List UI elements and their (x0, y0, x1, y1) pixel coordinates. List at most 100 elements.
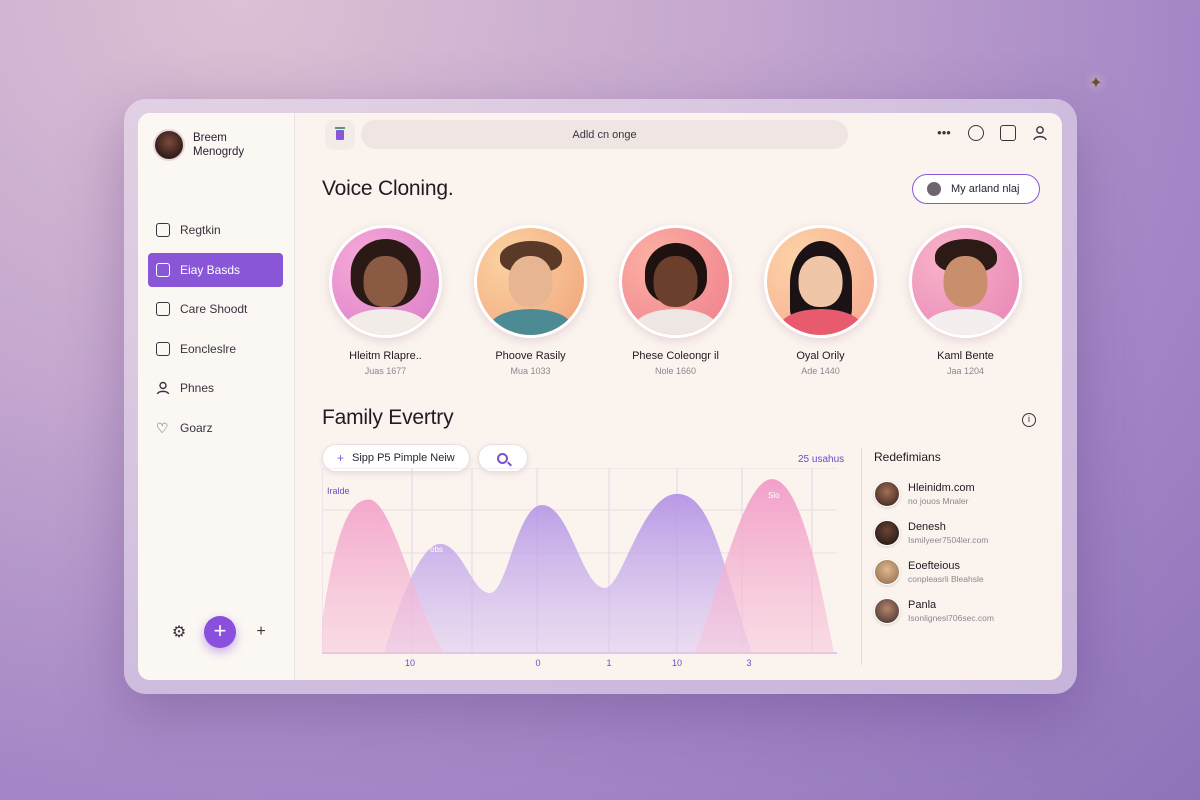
x-tick-label: 0 (535, 658, 540, 668)
voice-portrait (619, 225, 732, 338)
sidebar-item-label: Goarz (180, 420, 213, 435)
image-icon (156, 302, 170, 316)
voice-sub: Nole 1660 (654, 366, 697, 376)
search-input[interactable]: Adld cn onge (361, 120, 848, 149)
list-item-sub: no jouos Mnaler (908, 495, 969, 506)
list-item-name: Eoefteious (908, 559, 960, 572)
voice-portrait (764, 225, 877, 338)
x-tick-label: 3 (746, 658, 751, 668)
user-icon (156, 381, 170, 395)
sidebar-item-label: Regtkin (180, 223, 221, 237)
avatar (874, 558, 900, 585)
avatar (874, 480, 900, 507)
voice-sub: Jaa 1204 (946, 366, 985, 376)
sidebar-item-label: Eiay Basds (180, 262, 241, 277)
account-icon[interactable] (1032, 125, 1048, 141)
area-chart: Iralde obs Slo 10 0 1 10 3 (322, 468, 837, 668)
trash-button[interactable] (325, 120, 355, 150)
voice-sub: Juas 1677 (364, 366, 407, 376)
voice-list: Hleitm Rlapre.. Juas 1677 Phoove Rasily … (329, 225, 1022, 376)
peak-label: obs (430, 545, 443, 554)
sidebar: Breem Menogrdy Regtkin Eiay Basds Care S… (138, 113, 295, 680)
voice-portrait (909, 225, 1022, 338)
voice-card[interactable]: Kaml Bente Jaa 1204 (909, 225, 1022, 376)
add-button[interactable]: + (204, 616, 236, 648)
info-icon[interactable]: i (1022, 413, 1036, 427)
search-text: Adld cn onge (572, 128, 637, 141)
emoji-icon[interactable] (968, 125, 984, 141)
voice-name: Phese Coleongr il (632, 350, 719, 362)
voice-card[interactable]: Oyal Orily Ade 1440 (764, 225, 877, 376)
settings-icon[interactable]: ⚙ (170, 622, 188, 642)
filter-label: Sipp P5 Pimple Neiw (352, 452, 455, 464)
mobile-icon[interactable] (1000, 125, 1016, 141)
voice-name: Hleitm Rlapre.. (349, 350, 422, 362)
plus-icon[interactable]: + (252, 623, 270, 641)
app-window: Breem Menogrdy Regtkin Eiay Basds Care S… (138, 113, 1062, 680)
voice-name: Oyal Orily (796, 350, 845, 362)
sidebar-item-label: Eoncleslre (180, 341, 237, 356)
topbar-icons: ••• (936, 125, 1048, 141)
calendar-icon (156, 223, 170, 237)
peak-label: Slo (768, 491, 780, 500)
sidebar-item-label: Care Shoodt (180, 302, 248, 316)
sparkle-icon: ✦ (1089, 75, 1103, 92)
x-tick-label: 10 (672, 658, 682, 668)
profile-name: Breem Menogrdy (193, 132, 245, 158)
profile[interactable]: Breem Menogrdy (153, 129, 263, 161)
avatar (874, 519, 900, 546)
record-icon (927, 182, 941, 196)
voice-portrait (329, 225, 442, 338)
voice-card[interactable]: Phoove Rasily Mua 1033 (474, 225, 587, 376)
definitions-list: Hleinidm.com no jouos Mnaler Denesh Ismi… (874, 474, 994, 630)
list-item-sub: Isonlignesl706sec.com (908, 612, 994, 623)
voice-action-button[interactable]: My arland nlaj (912, 174, 1040, 204)
list-item-sub: conpleasrli Bleahsle (908, 573, 984, 584)
voice-action-label: My arland nlaj (951, 183, 1020, 195)
list-item-name: Panla (908, 598, 937, 611)
sidebar-item-eoncleslre[interactable]: Eoncleslre (148, 332, 283, 366)
avatar (153, 129, 185, 161)
list-item[interactable]: Denesh Ismilyeer7504ler.com (874, 513, 994, 552)
more-icon[interactable]: ••• (936, 125, 952, 141)
avatar (874, 597, 900, 624)
list-item[interactable]: Eoefteious conpleasrli Bleahsle (874, 552, 994, 591)
voice-name: Kaml Bente (937, 350, 994, 362)
sidebar-item-phnes[interactable]: Phnes (148, 371, 283, 405)
grid-icon (156, 262, 170, 277)
search-icon (497, 452, 509, 464)
voice-sub: Mua 1033 (510, 366, 551, 376)
trash-icon (335, 127, 345, 140)
main-content: Adld cn onge ••• Voice Cloning. My arlan… (295, 113, 1062, 680)
card-icon (156, 341, 170, 356)
sidebar-item-goarz[interactable]: ♡ Goarz (148, 411, 283, 445)
list-item-name: Hleinidm.com (908, 481, 975, 494)
voice-section-title: Voice Cloning. (322, 177, 454, 200)
list-item[interactable]: Hleinidm.com no jouos Mnaler (874, 474, 994, 513)
x-tick-label: 1 (606, 658, 611, 668)
add-icon: + (213, 618, 227, 643)
chart-series-lavender (384, 493, 752, 653)
sidebar-item-label: Phnes (180, 381, 215, 395)
list-item-name: Denesh (908, 520, 946, 533)
chart-note: 25 usahus (798, 454, 845, 465)
plus-icon: + (337, 451, 345, 465)
divider (861, 448, 862, 665)
voice-card[interactable]: Hleitm Rlapre.. Juas 1677 (329, 225, 442, 376)
list-item-sub: Ismilyeer7504ler.com (908, 534, 989, 545)
sidebar-item-care-shoodt[interactable]: Care Shoodt (148, 292, 283, 326)
family-section-title: Family Evertry (322, 406, 454, 429)
sidebar-item-eiay-basds[interactable]: Eiay Basds (148, 252, 283, 287)
sidebar-nav: Regtkin Eiay Basds Care Shoodt Eoncleslr… (148, 213, 283, 450)
sidebar-item-regtkin[interactable]: Regtkin (148, 213, 283, 247)
series-label: Iralde (327, 486, 350, 496)
list-item[interactable]: Panla Isonlignesl706sec.com (874, 591, 994, 630)
voice-sub: Ade 1440 (801, 366, 840, 376)
x-tick-label: 10 (405, 658, 415, 668)
definitions-title: Redefimians (874, 450, 941, 464)
heart-icon: ♡ (156, 419, 169, 436)
voice-name: Phoove Rasily (495, 350, 566, 362)
sidebar-bottom-actions: ⚙ + + (170, 616, 270, 648)
voice-portrait (474, 225, 587, 338)
voice-card[interactable]: Phese Coleongr il Nole 1660 (619, 225, 732, 376)
